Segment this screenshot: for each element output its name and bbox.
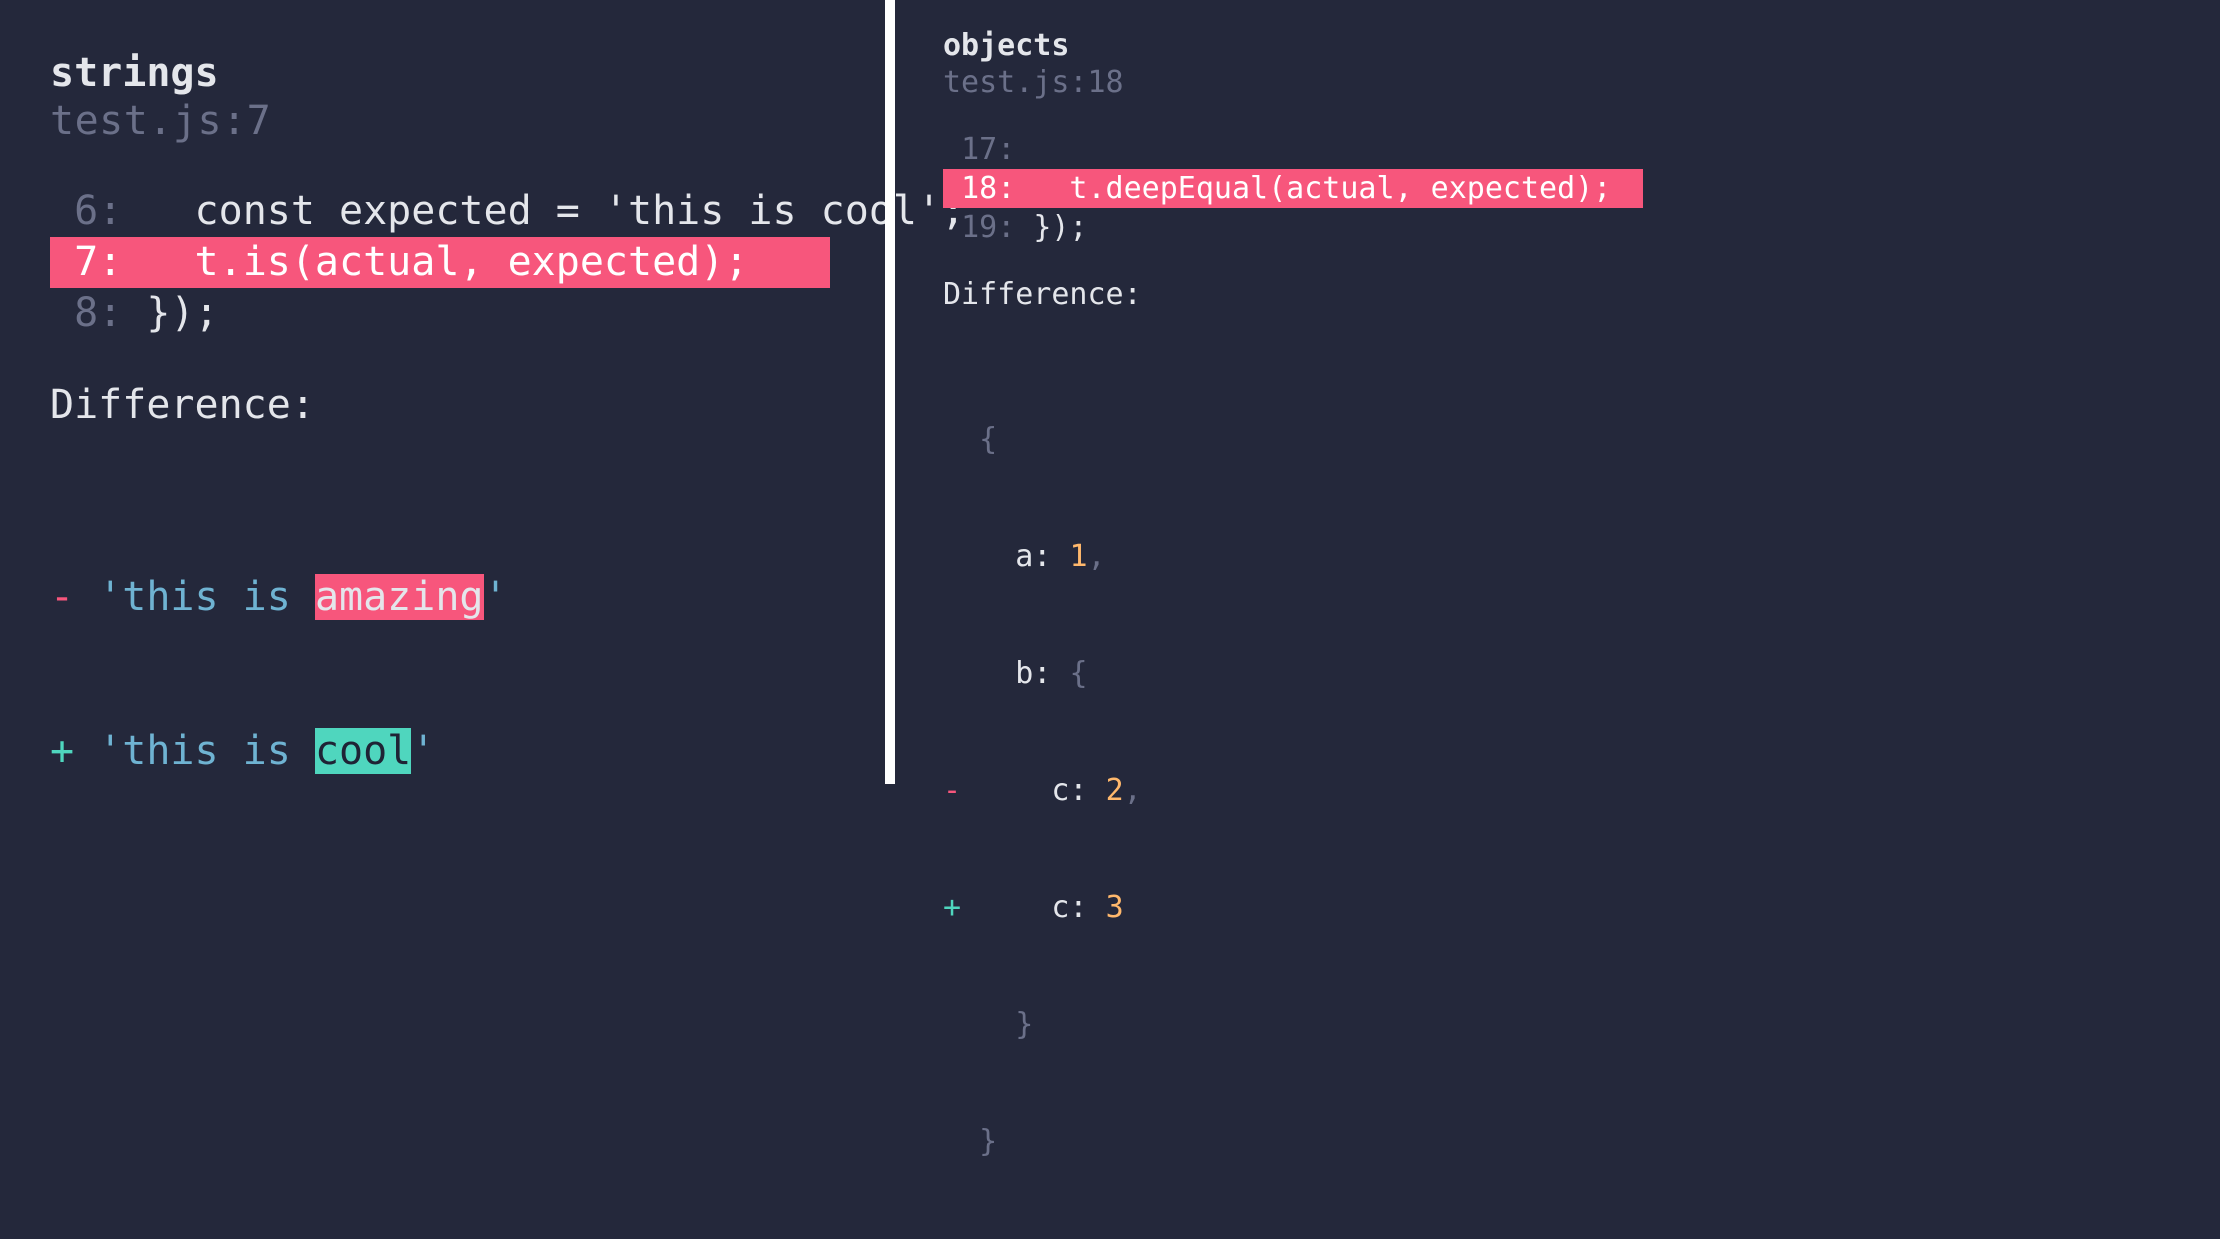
code-line: 8: }); — [50, 288, 835, 339]
gutter: 6: — [50, 188, 146, 234]
test-location: test.js:7 — [50, 98, 835, 144]
plus-icon: + — [50, 728, 74, 774]
diff-removed-word: amazing — [315, 574, 484, 620]
test-title: strings — [50, 50, 835, 96]
code-text: }); — [146, 290, 218, 336]
code-text: }); — [1033, 210, 1087, 245]
diff-text: 'this is — [98, 574, 315, 620]
diff-text: ' — [484, 574, 508, 620]
code-line: 6: const expected = 'this is cool'; — [50, 186, 835, 237]
code-text: t.deepEqual(actual, expected); — [1033, 171, 1611, 206]
obj-close: } — [943, 1005, 2190, 1044]
diff-block: - 'this is amazing' + 'this is cool' — [50, 470, 835, 880]
panel-strings: strings test.js:7 6: const expected = 't… — [0, 0, 885, 784]
panel-divider — [885, 0, 895, 784]
gutter: 18: — [943, 171, 1033, 206]
plus-icon: + — [943, 890, 961, 925]
code-block: 6: const expected = 'this is cool'; 7: t… — [50, 186, 835, 340]
diff-added: + c: 3 — [943, 888, 2190, 927]
difference-label: Difference: — [943, 277, 2190, 312]
gutter: 7: — [50, 239, 146, 285]
difference-label: Difference: — [50, 382, 835, 428]
code-line: 19: }); — [943, 208, 2190, 247]
diff-text: 'this is — [98, 728, 315, 774]
diff-added-word: cool — [315, 728, 411, 774]
minus-icon: - — [50, 574, 74, 620]
code-line-highlighted: 7: t.is(actual, expected); — [50, 237, 835, 288]
obj-close: } — [943, 1122, 2190, 1161]
gutter: 17: — [943, 132, 1033, 167]
gutter: 19: — [943, 210, 1033, 245]
code-line-highlighted: 18: t.deepEqual(actual, expected); — [943, 169, 2190, 208]
diff-removed: - 'this is amazing' — [50, 572, 835, 623]
diff-object: { a: 1, b: { - c: 2, + c: 3 } } — [943, 342, 2190, 1239]
code-line: 17: — [943, 130, 2190, 169]
code-text: const expected = 'this is cool'; — [146, 188, 965, 234]
diff-added: + 'this is cool' — [50, 726, 835, 777]
obj-prop: a: 1, — [943, 537, 2190, 576]
code-text: t.is(actual, expected); — [146, 239, 748, 285]
test-title: objects — [943, 28, 2190, 63]
panel-objects: objects test.js:18 17: 18: t.deepEqual(a… — [895, 0, 2220, 784]
test-location: test.js:18 — [943, 65, 2190, 100]
obj-prop: b: { — [943, 654, 2190, 693]
minus-icon: - — [943, 773, 961, 808]
code-block: 17: 18: t.deepEqual(actual, expected); 1… — [943, 130, 2190, 247]
diff-removed: - c: 2, — [943, 771, 2190, 810]
diff-text: ' — [411, 728, 435, 774]
gutter: 8: — [50, 290, 146, 336]
obj-open: { — [943, 420, 2190, 459]
